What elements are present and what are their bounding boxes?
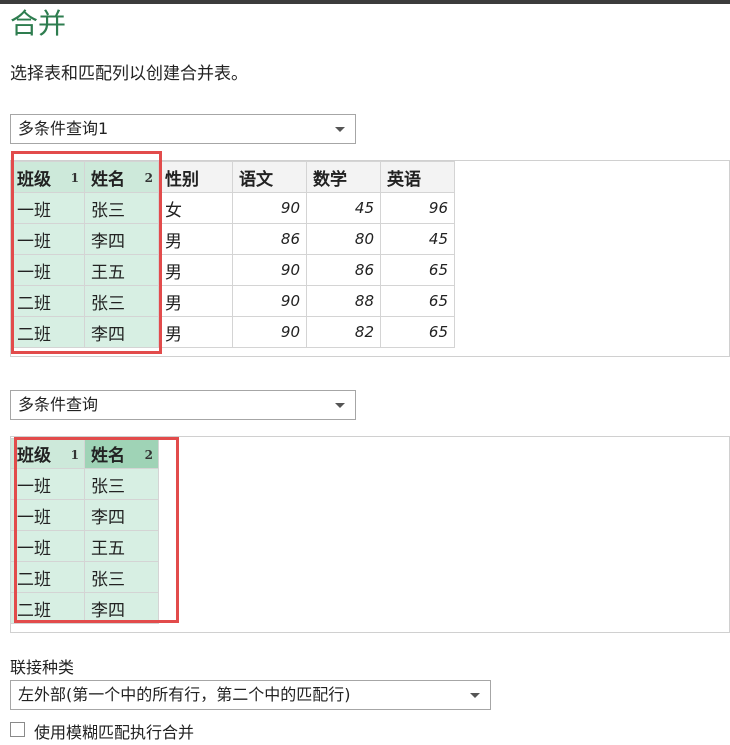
column-header-gender[interactable]: 性别 [158,161,233,193]
chevron-down-icon [335,403,345,408]
table-cell: 45 [306,192,381,224]
table-cell: 男 [158,254,233,286]
chevron-down-icon [470,693,480,698]
table-cell: 86 [232,223,307,255]
join-kind-label: 联接种类 [10,658,75,677]
table-cell: 96 [380,192,455,224]
column-header-english[interactable]: 英语 [380,161,455,193]
table-cell: 65 [380,285,455,317]
table-cell: 80 [306,223,381,255]
table-cell: 90 [232,254,307,286]
table-cell: 男 [158,285,233,317]
table-cell: 男 [158,223,233,255]
dialog-title: 合并 [10,7,67,40]
table-cell: 女 [158,192,233,224]
table2-select-value: 多条件查询 [18,395,99,414]
join-kind-select[interactable]: 左外部(第一个中的所有行，第二个中的匹配行) [10,680,491,710]
chevron-down-icon [335,127,345,132]
table-cell: 45 [380,223,455,255]
table-cell: 86 [306,254,381,286]
table-cell: 65 [380,316,455,348]
table1-select-value: 多条件查询1 [18,119,109,138]
fuzzy-match-checkbox[interactable] [10,722,25,737]
table-cell: 82 [306,316,381,348]
column-header-math[interactable]: 数学 [306,161,381,193]
table-cell: 65 [380,254,455,286]
table2-select[interactable]: 多条件查询 [10,390,356,420]
table-cell: 90 [232,316,307,348]
table-cell: 90 [232,192,307,224]
table1-select[interactable]: 多条件查询1 [10,114,356,144]
column-header-chinese[interactable]: 语文 [232,161,307,193]
table-cell: 88 [306,285,381,317]
table-cell: 90 [232,285,307,317]
highlight-box [14,437,179,623]
window-top-border [0,0,730,4]
table-cell: 男 [158,316,233,348]
join-kind-select-value: 左外部(第一个中的所有行，第二个中的匹配行) [18,685,351,704]
dialog-instruction: 选择表和匹配列以创建合并表。 [10,64,248,84]
fuzzy-match-label[interactable]: 使用模糊匹配执行合并 [34,719,194,743]
highlight-box [11,151,162,354]
